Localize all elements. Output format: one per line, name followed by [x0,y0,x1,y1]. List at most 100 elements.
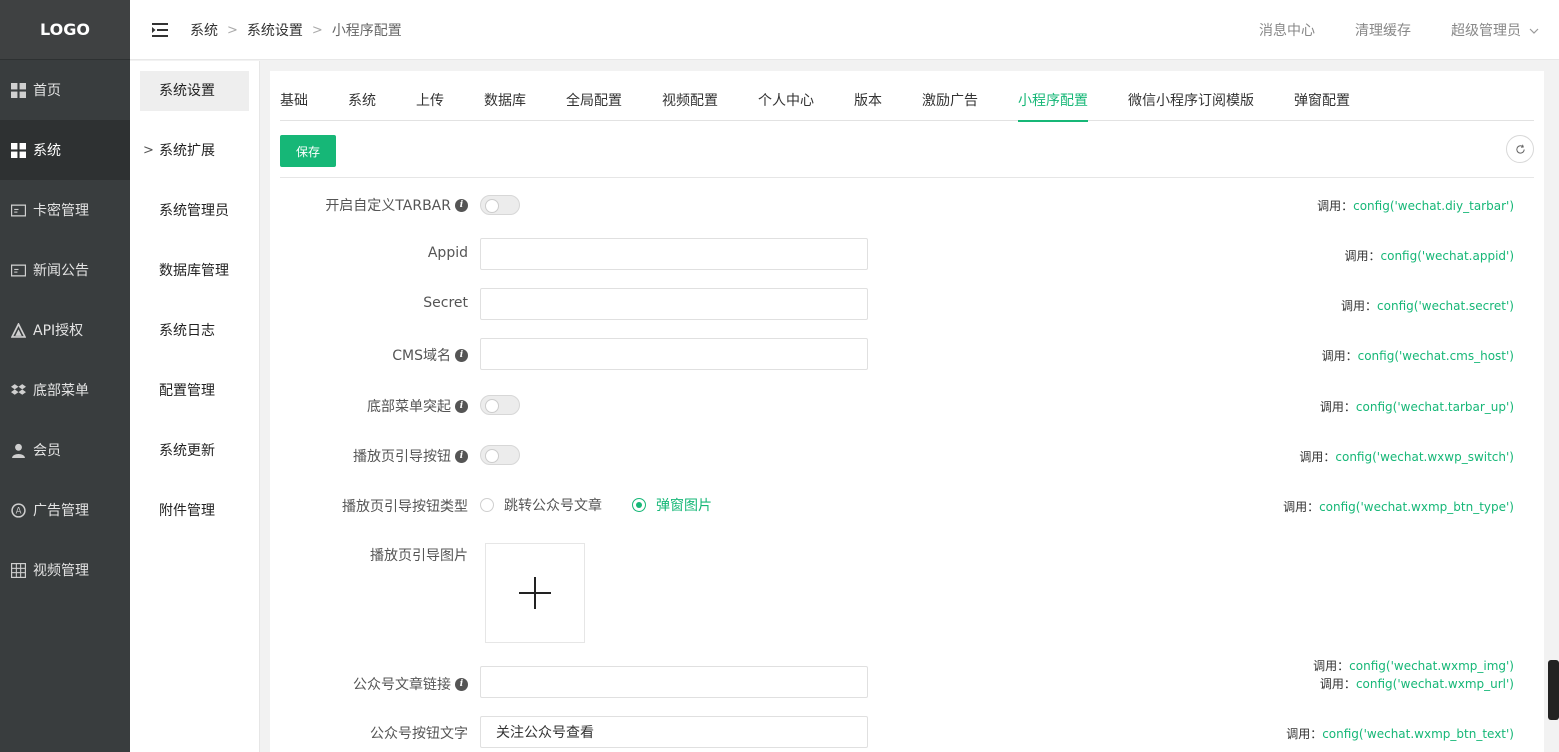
sidebar-item-label: 广告管理 [33,503,89,519]
sidebar-item-label: API授权 [33,323,84,339]
sidebar-item-cards[interactable]: 卡密管理 [0,180,130,240]
field-label: 底部菜单突起 i [367,396,468,416]
radio-popup-image[interactable]: 弹窗图片 [632,495,712,515]
sidebar-item-label: 底部菜单 [33,383,89,399]
subnav-item-config[interactable]: 配置管理 [140,371,249,411]
radio-article[interactable]: 跳转公众号文章 [480,495,602,515]
appid-input[interactable] [480,238,868,270]
tab-basic[interactable]: 基础 [280,81,308,121]
clear-cache-link[interactable]: 清理缓存 [1355,20,1411,40]
button-text-input[interactable] [480,716,868,748]
form-row-appid: Appid 调用：config('wechat.appid') [270,238,1544,270]
field-label: 公众号文章链接 i [353,674,468,694]
user-menu[interactable]: 超级管理员 [1451,20,1539,40]
plus-icon [519,577,551,609]
field-hint: 调用：config('wechat.wxwp_switch') [1299,450,1514,464]
breadcrumb-item[interactable]: 系统设置 [247,20,303,40]
svg-text:A: A [16,506,22,516]
form-row-tarbar-up: 底部菜单突起 i 调用：config('wechat.tarbar_up') [270,394,1544,418]
breadcrumb-item[interactable]: 系统 [190,20,218,40]
grid-icon [11,82,26,98]
table-icon [11,562,26,578]
sidebar-item-label: 首页 [33,83,61,99]
info-icon[interactable]: i [455,449,468,463]
radio-circle [480,498,494,512]
chevron-down-icon [1529,22,1539,38]
tab-video[interactable]: 视频配置 [662,81,718,121]
triangle-icon [11,322,26,338]
field-label: Secret [423,295,468,311]
breadcrumb-current: 小程序配置 [331,23,402,39]
field-hint: 调用：config('wechat.secret') [1341,299,1514,313]
form-row-wxwp-switch: 播放页引导按钮 i 调用：config('wechat.wxwp_switch') [270,444,1544,468]
field-hint: 调用：config('wechat.appid') [1344,249,1514,263]
field-label: CMS域名 i [392,345,468,365]
subnav-item-database[interactable]: 数据库管理 [140,251,249,291]
info-icon[interactable]: i [455,348,468,362]
tab-miniprogram[interactable]: 小程序配置 [1018,81,1088,122]
chevron-right-icon: > [311,22,323,38]
tarbar-switch[interactable] [480,195,520,215]
subnav-item-admins[interactable]: 系统管理员 [140,191,249,231]
save-button[interactable]: 保存 [280,135,336,167]
subnav-item-system-settings[interactable]: 系统设置 [140,71,249,111]
tab-popup[interactable]: 弹窗配置 [1294,81,1350,121]
field-hint: 调用：config('wechat.wxmp_img') [1313,659,1514,673]
sidebar-item-videos[interactable]: 视频管理 [0,540,130,600]
tab-reward-ads[interactable]: 激励广告 [922,81,978,121]
subnav-item-logs[interactable]: 系统日志 [140,311,249,351]
tab-profile[interactable]: 个人中心 [758,81,814,121]
info-icon[interactable]: i [455,198,468,212]
tab-system[interactable]: 系统 [348,81,376,121]
sidebar-item-label: 新闻公告 [33,263,89,279]
article-url-input[interactable] [480,666,868,698]
tab-database[interactable]: 数据库 [484,81,526,121]
main-content: 基础 系统 上传 数据库 全局配置 视频配置 个人中心 版本 激励广告 小程序配… [270,71,1544,752]
field-label: 播放页引导按钮类型 [342,499,468,515]
btn-type-radio-group: 跳转公众号文章 弹窗图片 [480,495,742,515]
sub-sidebar: 系统设置 > 系统扩展 系统管理员 数据库管理 系统日志 配置管理 系统更新 附件… [130,61,260,752]
field-label: 播放页引导图片 [370,548,468,564]
tab-subscribe-template[interactable]: 微信小程序订阅模版 [1128,81,1254,121]
subnav-label: 系统扩展 [159,143,215,159]
sidebar-item-news[interactable]: 新闻公告 [0,240,130,300]
tab-version[interactable]: 版本 [854,81,882,121]
secret-input[interactable] [480,288,868,320]
sidebar-item-members[interactable]: 会员 [0,420,130,480]
tab-bar: 基础 系统 上传 数据库 全局配置 视频配置 个人中心 版本 激励广告 小程序配… [280,81,1534,122]
subnav-item-attachments[interactable]: 附件管理 [140,491,249,531]
field-hint: 调用：config('wechat.cms_host') [1321,349,1514,363]
sidebar-item-label: 系统 [33,143,61,159]
tab-upload[interactable]: 上传 [416,81,444,121]
sidebar-item-bottom-menu[interactable]: 底部菜单 [0,360,130,420]
form-row-url: 调用：config('wechat.wxmp_img') 调用：config('… [270,657,1544,698]
subnav-item-update[interactable]: 系统更新 [140,431,249,471]
field-label: Appid [427,245,468,261]
tab-global[interactable]: 全局配置 [566,81,622,121]
scrollbar[interactable] [1548,660,1559,720]
sidebar-item-home[interactable]: 首页 [0,60,130,120]
info-icon[interactable]: i [455,677,468,691]
menu-fold-icon[interactable] [152,23,168,37]
refresh-icon[interactable] [1506,135,1534,163]
form-row-secret: Secret 调用：config('wechat.secret') [270,288,1544,320]
form-row-cms-host: CMS域名 i 调用：config('wechat.cms_host') [270,338,1544,370]
tarbar-up-switch[interactable] [480,395,520,415]
field-label: 公众号按钮文字 [370,726,468,742]
grid-icon [11,142,26,158]
ad-icon: A [11,502,26,518]
sidebar-item-system[interactable]: 系统 [0,120,130,180]
form-row-btn-type: 播放页引导按钮类型 跳转公众号文章 弹窗图片 调用：config('wechat… [270,494,1544,518]
top-header: 系统 > 系统设置 > 小程序配置 消息中心 清理缓存 超级管理员 [130,0,1559,60]
cms-host-input[interactable] [480,338,868,370]
field-hint: 调用：config('wechat.diy_tarbar') [1317,199,1514,213]
sidebar-item-ads[interactable]: A 广告管理 [0,480,130,540]
wxwp-switch[interactable] [480,445,520,465]
form-row-tarbar: 开启自定义TARBAR i 调用：config('wechat.diy_tarba… [270,193,1544,217]
info-icon[interactable]: i [455,399,468,413]
subnav-item-system-extend[interactable]: > 系统扩展 [140,131,249,171]
user-name: 超级管理员 [1451,23,1521,39]
image-upload-button[interactable] [485,543,585,643]
sidebar-item-api[interactable]: API授权 [0,300,130,360]
messages-link[interactable]: 消息中心 [1259,20,1315,40]
